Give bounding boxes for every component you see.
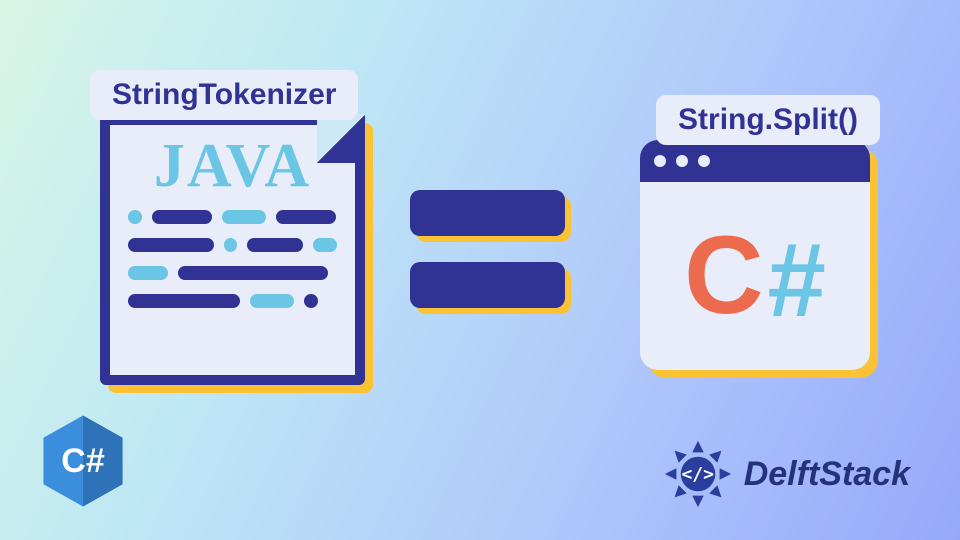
delftstack-name: DelftStack <box>744 455 910 494</box>
csharp-window-card: C # <box>640 140 870 370</box>
csharp-glyph: C # <box>640 182 870 370</box>
csharp-letter: C <box>684 221 763 331</box>
java-title: JAVA <box>110 131 355 202</box>
window-titlebar-icon <box>640 140 870 182</box>
delftstack-code-glyph: </> <box>662 438 734 510</box>
page-fold-icon <box>317 114 366 163</box>
delftstack-brand: </> DelftStack <box>662 438 910 510</box>
label-string-split: String.Split() <box>656 95 880 145</box>
java-document-card: JAVA <box>100 115 365 385</box>
csharp-hex-text: C# <box>40 412 126 510</box>
java-page: JAVA <box>100 115 365 385</box>
delftstack-logo-icon: </> <box>662 438 734 510</box>
label-stringtokenizer: StringTokenizer <box>90 70 358 120</box>
csharp-hash: # <box>768 228 826 333</box>
csharp-hex-logo-icon: C# <box>40 412 126 510</box>
equals-icon <box>410 190 565 308</box>
code-lines-icon <box>110 202 355 308</box>
csharp-panel: C # <box>640 140 870 370</box>
